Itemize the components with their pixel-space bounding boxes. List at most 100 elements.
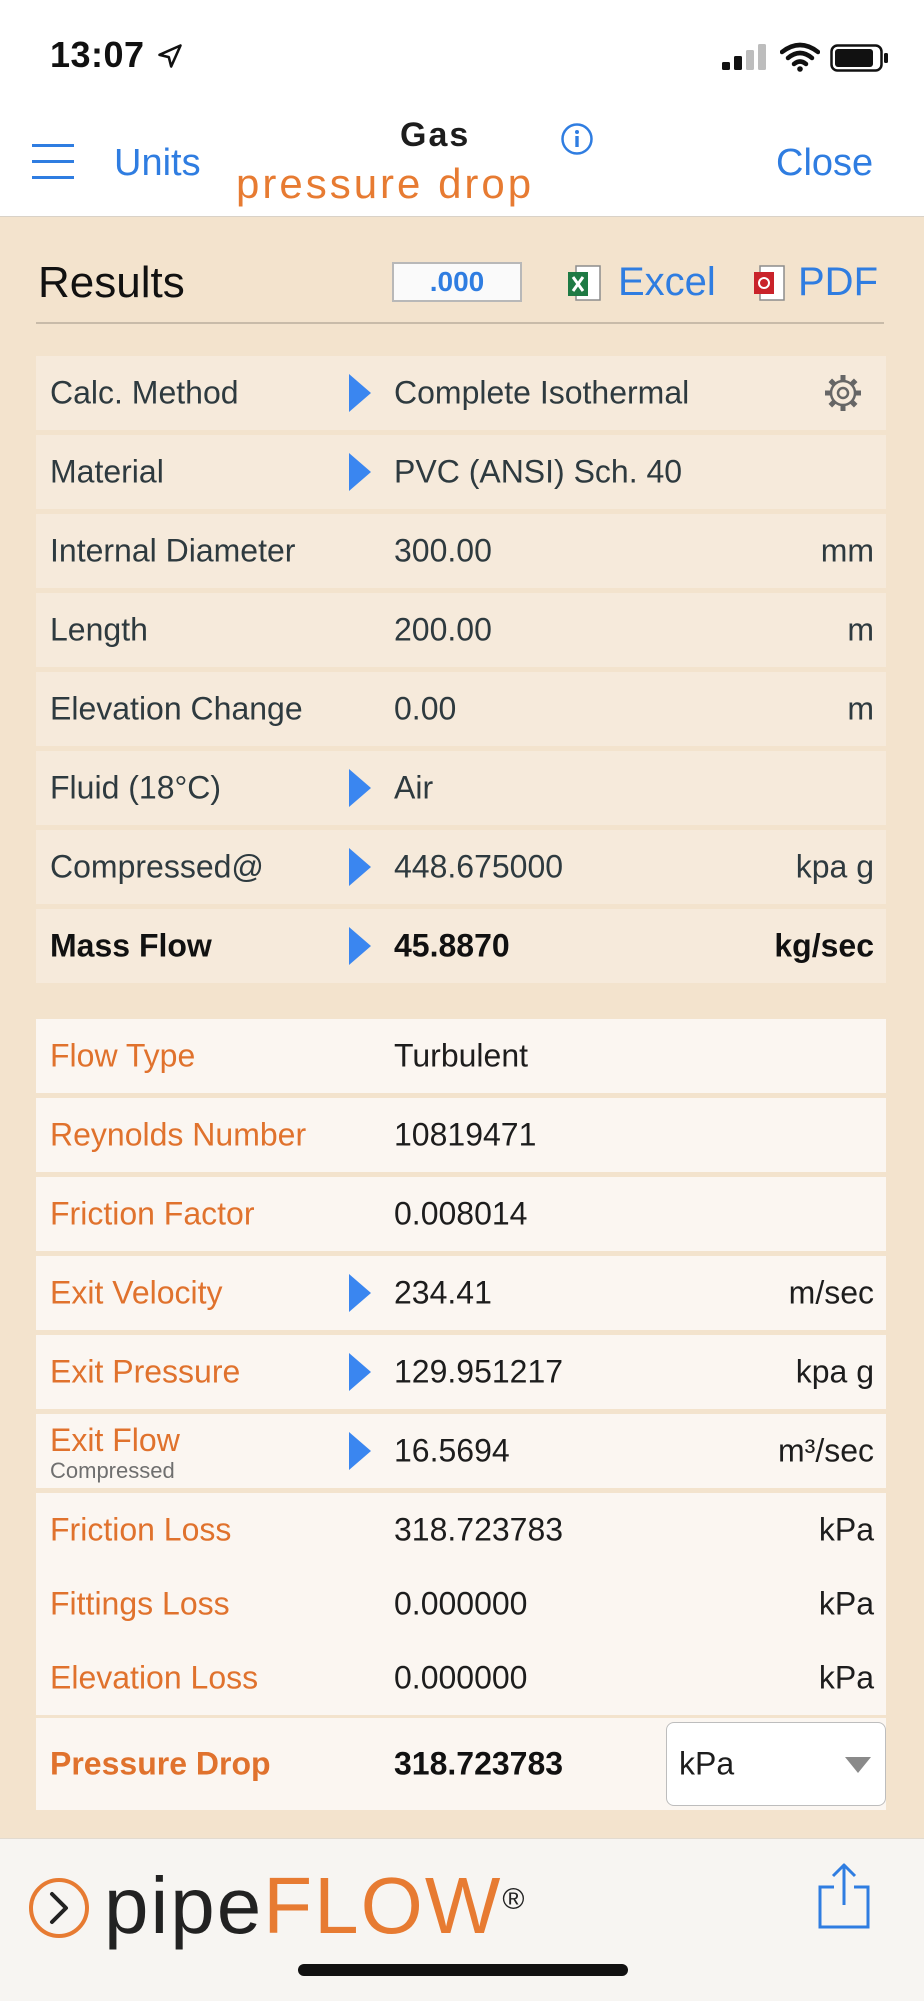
app-logo-pressure-drop: pressure drop	[236, 160, 535, 207]
pressure-drop-label: Pressure Drop	[50, 1745, 271, 1782]
friction-loss-value: 318.723783	[394, 1511, 564, 1548]
elevation-change-label: Elevation Change	[50, 690, 303, 727]
result-row-friction-factor: Friction Factor 0.008014	[36, 1177, 886, 1251]
input-row-compressed[interactable]: Compressed@ 448.675000 kpa g	[36, 830, 886, 904]
reynolds-number-value: 10819471	[394, 1116, 537, 1153]
info-icon[interactable]	[560, 122, 594, 156]
disclosure-arrow-icon[interactable]	[349, 848, 371, 886]
nav-bar: Units Gas pressure drop Close	[0, 108, 924, 217]
pressure-drop-value: 318.723783	[394, 1745, 564, 1782]
pipeflow-logo-icon	[29, 1878, 89, 1938]
result-row-reynolds-number: Reynolds Number 10819471	[36, 1098, 886, 1172]
menu-icon[interactable]	[32, 140, 74, 184]
fittings-loss-label: Fittings Loss	[50, 1585, 230, 1622]
flow-type-value: Turbulent	[394, 1037, 528, 1074]
exit-pressure-value: 129.951217	[394, 1353, 564, 1390]
input-row-material[interactable]: Material PVC (ANSI) Sch. 40	[36, 435, 886, 509]
location-arrow-icon	[158, 44, 182, 68]
mass-flow-value: 45.8870	[394, 927, 510, 964]
disclosure-arrow-icon[interactable]	[349, 374, 371, 412]
footer: pipeFLOW®	[0, 1838, 924, 2001]
input-row-internal-diameter[interactable]: Internal Diameter 300.00 mm	[36, 514, 886, 588]
home-indicator[interactable]	[298, 1964, 628, 1976]
internal-diameter-label: Internal Diameter	[50, 532, 296, 569]
fittings-loss-unit: kPa	[818, 1585, 874, 1622]
mass-flow-unit: kg/sec	[774, 927, 874, 964]
disclosure-arrow-icon[interactable]	[349, 1274, 371, 1312]
input-row-elevation-change[interactable]: Elevation Change 0.00 m	[36, 672, 886, 746]
input-row-fluid[interactable]: Fluid (18°C) Air	[36, 751, 886, 825]
results-title: Results	[38, 258, 185, 307]
exit-pressure-label: Exit Pressure	[50, 1353, 241, 1390]
exit-velocity-value: 234.41	[394, 1274, 492, 1311]
chevron-down-icon	[845, 1757, 871, 1773]
result-row-elevation-loss: Elevation Loss 0.000000 kPa	[36, 1641, 886, 1715]
length-unit: m	[847, 611, 874, 648]
friction-factor-value: 0.008014	[394, 1195, 528, 1232]
compressed-value: 448.675000	[394, 848, 564, 885]
internal-diameter-value[interactable]: 300.00	[394, 533, 492, 570]
result-row-fittings-loss: Fittings Loss 0.000000 kPa	[36, 1567, 886, 1641]
input-row-length[interactable]: Length 200.00 m	[36, 593, 886, 667]
compressed-label: Compressed@	[50, 848, 264, 885]
input-row-calc-method[interactable]: Calc. Method Complete Isothermal	[36, 356, 886, 430]
excel-export-button[interactable]: Excel	[618, 260, 716, 305]
result-group-losses: Friction Loss 318.723783 kPa Fittings Lo…	[36, 1493, 886, 1715]
elevation-loss-unit: kPa	[818, 1659, 874, 1696]
pipeflow-logo-pipe: pipe	[104, 1861, 264, 1950]
exit-flow-label: Exit Flow	[50, 1422, 180, 1458]
elevation-loss-value: 0.000000	[394, 1659, 528, 1696]
exit-velocity-label: Exit Velocity	[50, 1274, 223, 1311]
pdf-export-button[interactable]: PDF	[798, 260, 878, 305]
battery-icon	[830, 44, 888, 72]
elevation-change-value[interactable]: 0.00	[394, 691, 456, 728]
units-button[interactable]: Units	[114, 142, 201, 185]
results-divider	[36, 322, 884, 324]
friction-loss-label: Friction Loss	[50, 1511, 232, 1548]
length-value[interactable]: 200.00	[394, 612, 492, 649]
flow-type-label: Flow Type	[50, 1037, 196, 1074]
disclosure-arrow-icon[interactable]	[349, 769, 371, 807]
share-icon[interactable]	[816, 1861, 872, 1931]
registered-mark: ®	[502, 1883, 527, 1916]
close-button[interactable]: Close	[776, 142, 873, 185]
disclosure-arrow-icon[interactable]	[349, 453, 371, 491]
compressed-unit: kpa g	[795, 848, 874, 885]
reynolds-number-label: Reynolds Number	[50, 1116, 307, 1153]
pressure-unit-selected: kPa	[679, 1745, 735, 1782]
exit-flow-unit: m³/sec	[778, 1432, 874, 1469]
exit-flow-sublabel: Compressed	[50, 1458, 175, 1483]
result-row-exit-flow[interactable]: Exit Flow Compressed 16.5694 m³/sec	[36, 1414, 886, 1488]
pressure-unit-select[interactable]: kPa	[666, 1722, 886, 1806]
friction-factor-label: Friction Factor	[50, 1195, 255, 1232]
disclosure-arrow-icon[interactable]	[349, 1353, 371, 1391]
result-row-exit-velocity[interactable]: Exit Velocity 234.41 m/sec	[36, 1256, 886, 1330]
fluid-label: Fluid (18°C)	[50, 769, 222, 806]
fittings-loss-value: 0.000000	[394, 1585, 528, 1622]
status-bar: 13:07	[0, 0, 924, 108]
input-row-mass-flow[interactable]: Mass Flow 45.8870 kg/sec	[36, 909, 886, 983]
length-label: Length	[50, 611, 148, 648]
material-value: PVC (ANSI) Sch. 40	[394, 453, 683, 490]
exit-flow-value: 16.5694	[394, 1432, 510, 1469]
result-row-exit-pressure[interactable]: Exit Pressure 129.951217 kpa g	[36, 1335, 886, 1409]
disclosure-arrow-icon[interactable]	[349, 1432, 371, 1470]
mass-flow-label: Mass Flow	[50, 927, 212, 964]
result-row-pressure-drop: Pressure Drop 318.723783 kPa	[36, 1718, 886, 1810]
exit-pressure-unit: kpa g	[795, 1353, 874, 1390]
excel-icon[interactable]	[566, 264, 602, 304]
cellular-signal-icon	[722, 44, 766, 70]
wifi-icon	[780, 42, 820, 72]
gear-icon[interactable]	[822, 372, 864, 414]
status-time: 13:07	[50, 34, 145, 75]
calc-method-label: Calc. Method	[50, 374, 239, 411]
pipeflow-logo: pipeFLOW®	[104, 1861, 526, 1951]
material-label: Material	[50, 453, 164, 490]
fluid-value: Air	[394, 769, 434, 806]
elevation-change-unit: m	[847, 690, 874, 727]
result-row-flow-type: Flow Type Turbulent	[36, 1019, 886, 1093]
app-logo-gas: Gas	[400, 116, 471, 154]
decimal-places-button[interactable]: .000	[392, 262, 522, 302]
disclosure-arrow-icon[interactable]	[349, 927, 371, 965]
pdf-icon[interactable]	[752, 264, 786, 304]
